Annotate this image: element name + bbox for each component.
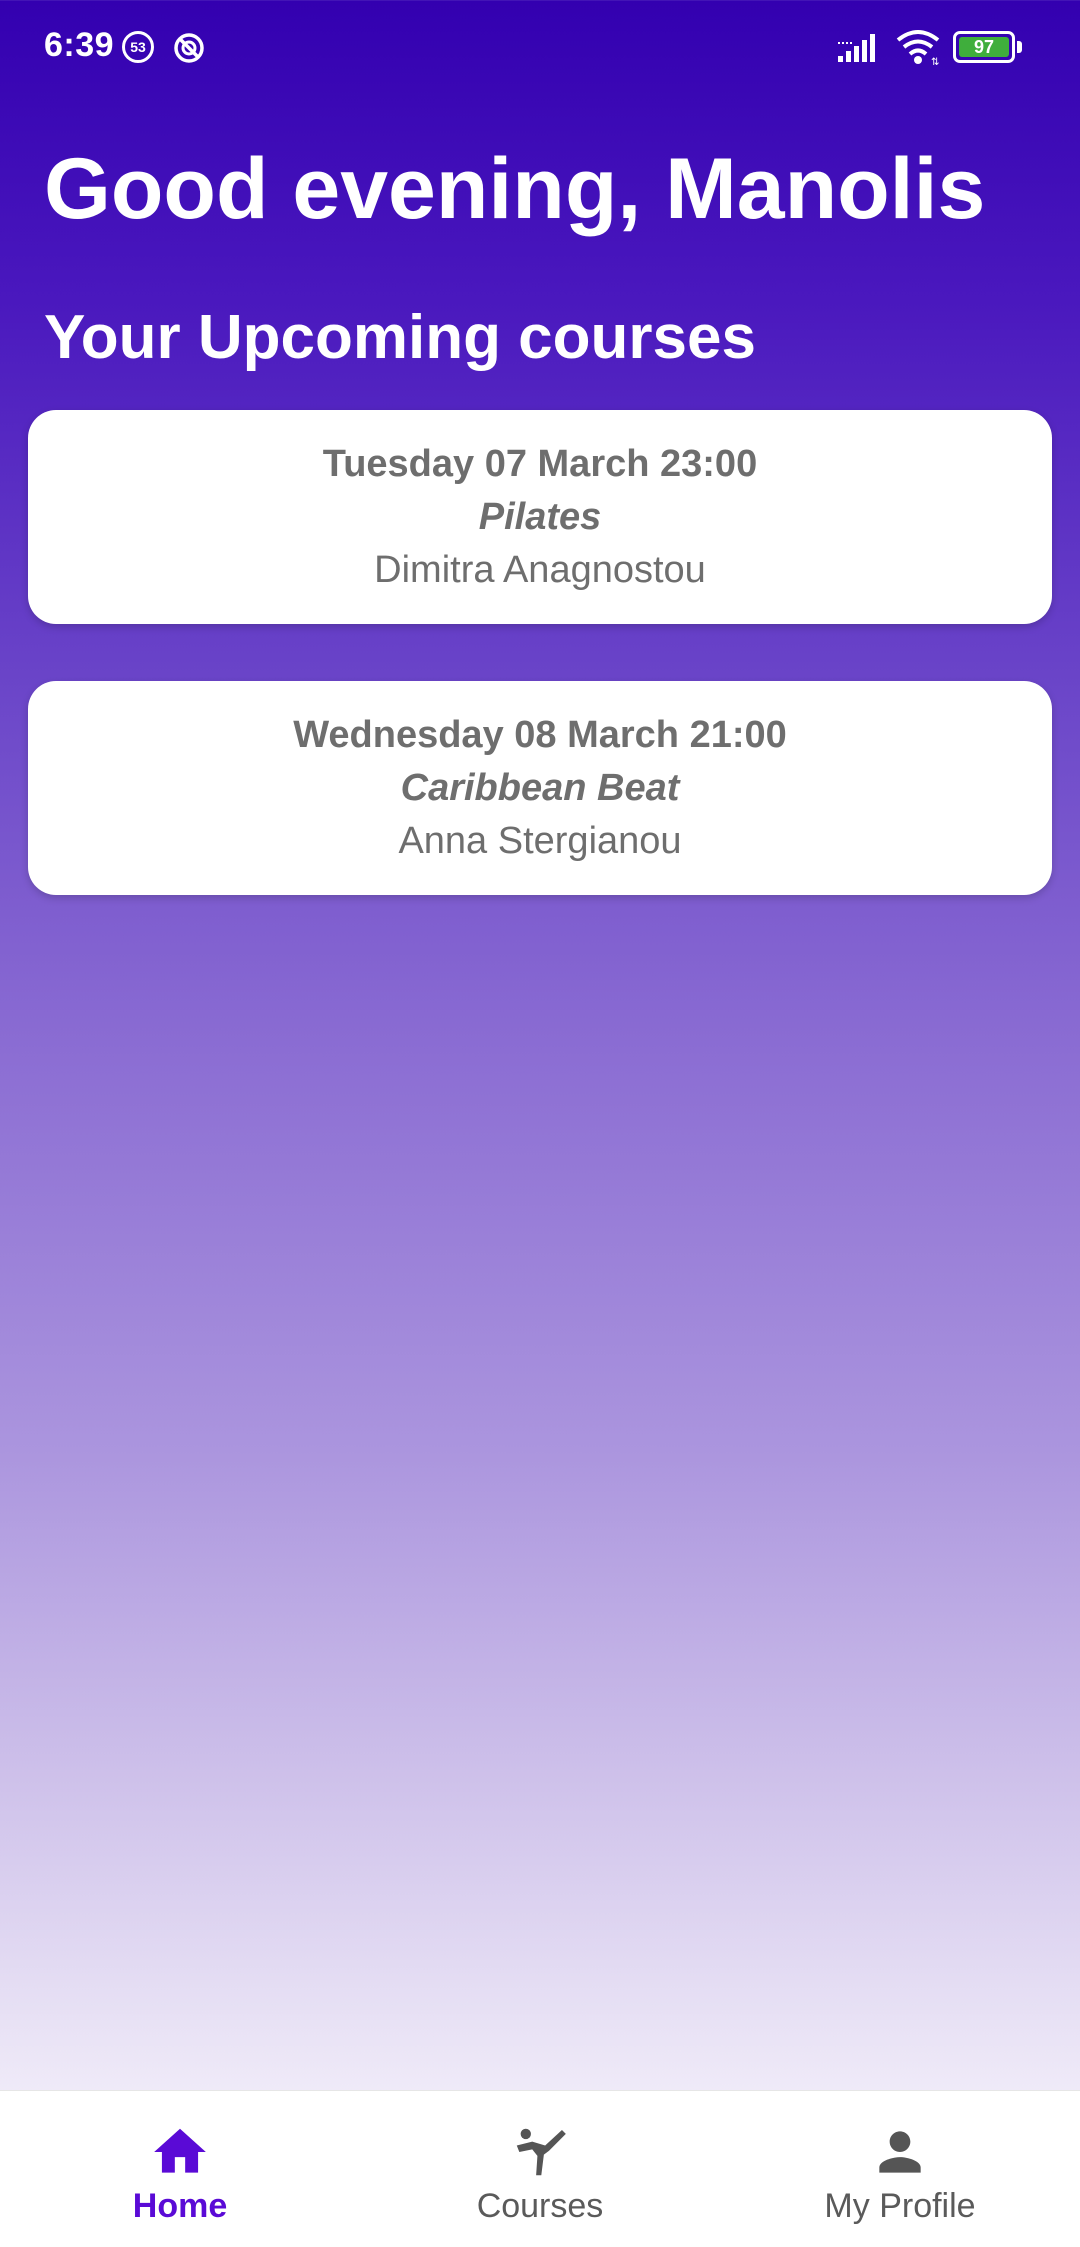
nav-label-home: Home bbox=[132, 2187, 228, 2225]
course-card[interactable]: Tuesday 07 March 23:00 Pilates Dimitra A… bbox=[28, 410, 1052, 624]
home-icon bbox=[154, 2128, 206, 2173]
greeting-title: Good evening, Manolis bbox=[44, 141, 986, 237]
battery-level: 97 bbox=[959, 37, 1009, 57]
nav-item-my-profile[interactable]: My Profile bbox=[720, 2091, 1080, 2247]
nav-item-home[interactable]: Home bbox=[0, 2091, 360, 2247]
signal-icon bbox=[838, 34, 875, 62]
battery-icon: 97 bbox=[953, 31, 1023, 63]
course-datetime: Tuesday 07 March 23:00 bbox=[322, 442, 758, 485]
bottom-navigation: Home Courses My Profile bbox=[0, 2090, 1080, 2247]
course-instructor: Anna Stergianou bbox=[398, 819, 682, 862]
nav-item-courses[interactable]: Courses bbox=[360, 2091, 720, 2247]
person-icon bbox=[879, 2131, 921, 2173]
nav-label-my-profile: My Profile bbox=[824, 2187, 976, 2225]
course-name: Pilates bbox=[478, 495, 602, 538]
martial-arts-icon bbox=[516, 2128, 566, 2176]
nav-label-courses: Courses bbox=[476, 2187, 604, 2225]
course-instructor: Dimitra Anagnostou bbox=[374, 548, 706, 591]
notification-count-icon: 53 bbox=[122, 31, 154, 63]
upcoming-courses-title: Your Upcoming courses bbox=[44, 303, 756, 372]
do-not-disturb-icon bbox=[174, 33, 204, 63]
course-datetime: Wednesday 08 March 21:00 bbox=[293, 713, 787, 756]
status-bar: 6:39 53 ⇅ 97 bbox=[0, 0, 1080, 96]
course-name: Caribbean Beat bbox=[400, 766, 680, 809]
wifi-icon: ⇅ bbox=[896, 30, 939, 66]
status-time: 6:39 bbox=[44, 26, 115, 64]
svg-text:⇅: ⇅ bbox=[931, 57, 939, 66]
course-card[interactable]: Wednesday 08 March 21:00 Caribbean Beat … bbox=[28, 681, 1052, 895]
